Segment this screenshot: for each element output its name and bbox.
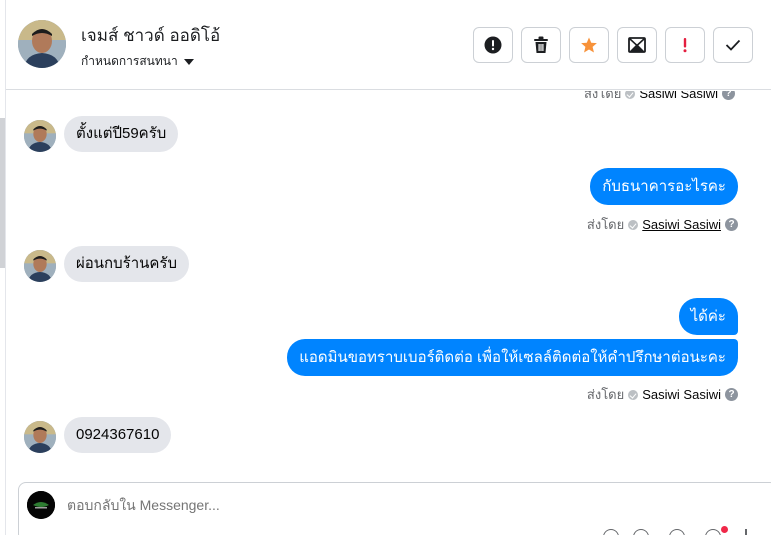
contact-avatar-small[interactable]	[24, 421, 56, 453]
agent-name[interactable]: Sasiwi Sasiwi	[639, 91, 718, 101]
left-scrollbar-thumb[interactable]	[0, 118, 5, 268]
help-icon[interactable]: ?	[722, 91, 736, 100]
assign-conversation-dropdown[interactable]: กำหนดการสนทนา	[81, 52, 194, 71]
reply-composer	[18, 482, 771, 535]
caret-down-icon	[183, 59, 194, 65]
exclamation-circle-icon	[484, 36, 502, 54]
reply-input[interactable]	[67, 497, 567, 513]
outgoing-message[interactable]: แอดมินขอทราบเบอร์ติดต่อ เพื่อให้เซลล์ติด…	[287, 339, 738, 376]
assign-label: กำหนดการสนทนา	[81, 54, 178, 68]
exclamation-mark-icon	[683, 38, 687, 53]
notification-dot	[721, 526, 728, 533]
incoming-message[interactable]: 0924367610	[64, 417, 172, 453]
sent-by-label: ส่งโดย Sasiwi Sasiwi ?	[587, 384, 738, 405]
help-icon[interactable]: ?	[725, 218, 738, 231]
header-actions	[473, 27, 753, 63]
verified-check-icon	[628, 219, 639, 230]
contact-avatar[interactable]	[18, 20, 66, 68]
mark-done-button[interactable]	[713, 27, 753, 63]
saved-replies-icon[interactable]	[705, 529, 721, 535]
incoming-message[interactable]: ตั้งแต่ปี59ครับ	[64, 116, 179, 152]
contact-avatar-small[interactable]	[24, 120, 56, 152]
delete-button[interactable]	[521, 27, 561, 63]
emoji-icon[interactable]	[669, 529, 685, 535]
star-button[interactable]	[569, 27, 609, 63]
more-icon[interactable]	[745, 529, 749, 535]
page-avatar	[27, 491, 55, 519]
mark-unread-button[interactable]	[617, 27, 657, 63]
trash-icon	[534, 36, 548, 53]
mark-spam-button[interactable]	[473, 27, 513, 63]
conversation-header: เจมส์ ชาวด์ ออดิโอ้ กำหนดการสนทนา	[6, 0, 771, 90]
verified-check-icon	[628, 389, 639, 400]
attachment-icon[interactable]	[603, 529, 619, 535]
checkmark-icon	[725, 39, 741, 51]
help-icon[interactable]: ?	[725, 388, 738, 401]
outgoing-message[interactable]: กับธนาคารอะไรคะ	[590, 168, 738, 205]
agent-name[interactable]: Sasiwi Sasiwi	[642, 387, 721, 402]
sent-by-label: ส่งโดย Sasiwi Sasiwi ?	[584, 91, 736, 104]
follow-up-button[interactable]	[665, 27, 705, 63]
contact-name[interactable]: เจมส์ ชาวด์ ออดิโอ้	[81, 22, 220, 49]
verified-check-icon	[625, 91, 636, 99]
envelope-icon	[628, 37, 646, 53]
outgoing-message[interactable]: ได้ค่ะ	[678, 298, 738, 335]
sent-by-label: ส่งโดย Sasiwi Sasiwi ?	[587, 214, 738, 235]
contact-avatar-small[interactable]	[24, 250, 56, 282]
message-thread: ส่งโดย Sasiwi Sasiwi ? ตั้งแต่ปี59ครับ ก…	[6, 91, 771, 481]
image-icon[interactable]	[633, 529, 649, 535]
star-icon	[581, 37, 597, 53]
agent-name[interactable]: Sasiwi Sasiwi	[642, 217, 721, 232]
incoming-message[interactable]: ผ่อนกบร้านครับ	[64, 246, 190, 282]
